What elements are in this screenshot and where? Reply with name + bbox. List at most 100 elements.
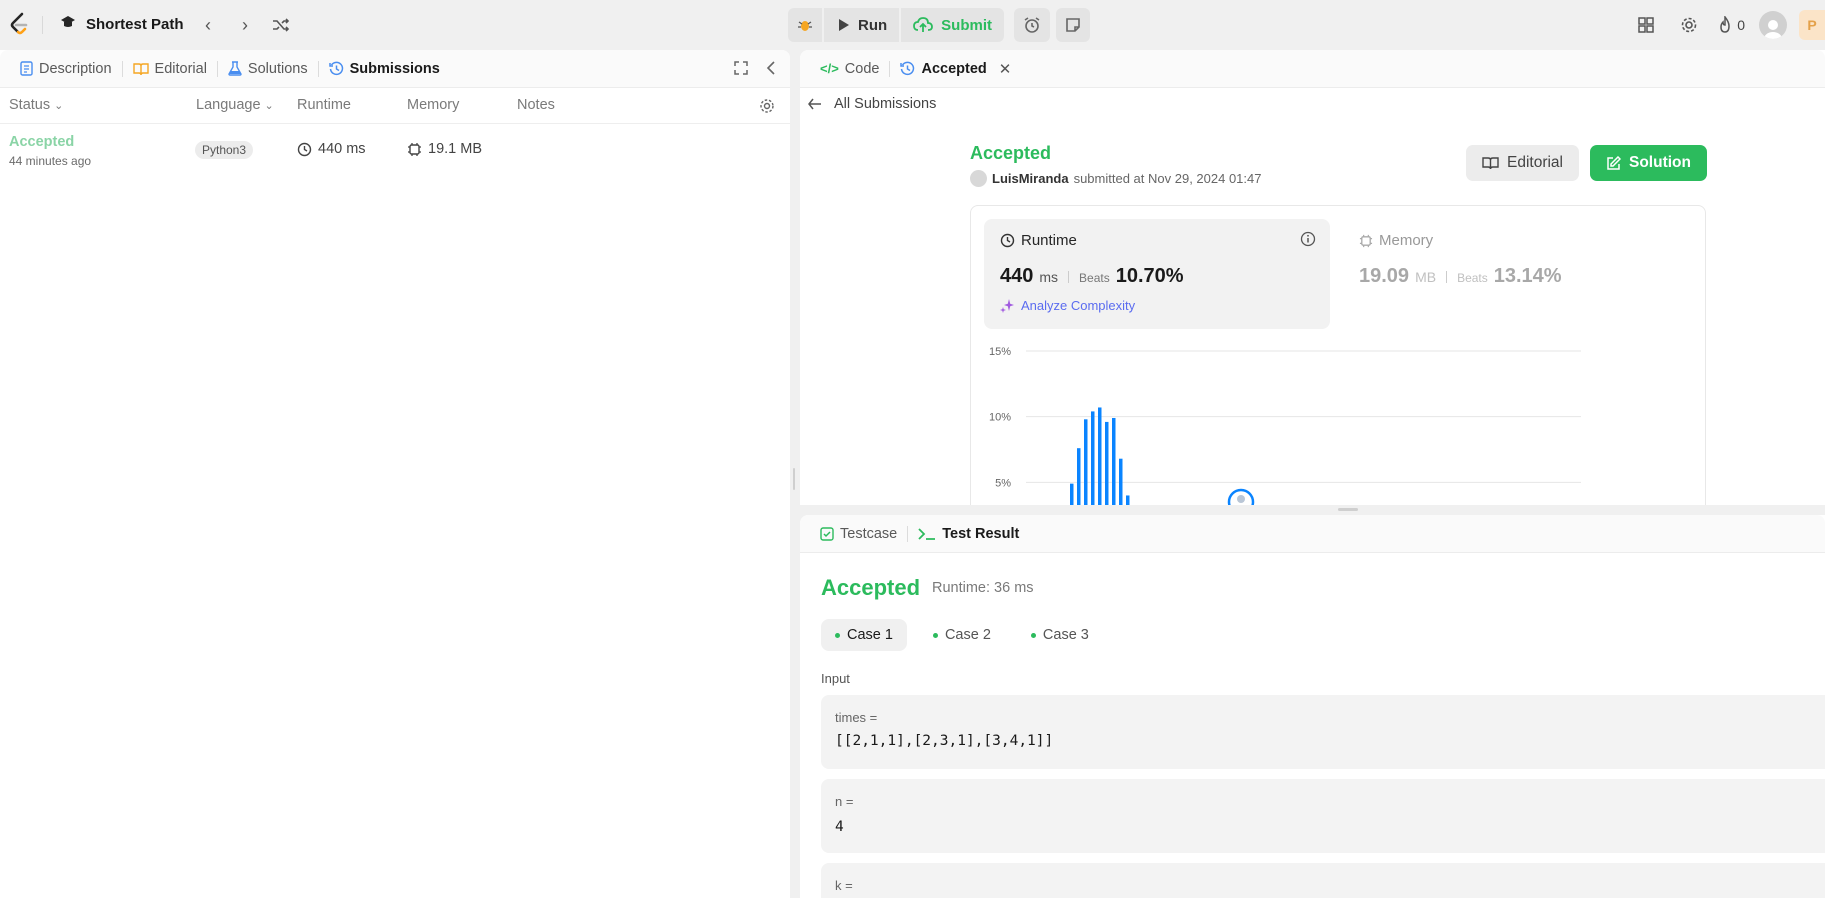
status-column-header[interactable]: Status ⌄ <box>9 97 63 113</box>
marker-avatar-head <box>1237 495 1245 503</box>
tab-description[interactable]: Description <box>10 61 122 77</box>
tab-submissions[interactable]: Submissions <box>319 61 450 77</box>
premium-button[interactable]: P <box>1799 10 1825 40</box>
editorial-label: Editorial <box>1507 154 1563 171</box>
distribution-bar[interactable] <box>1098 407 1102 505</box>
solution-label: Solution <box>1629 154 1691 171</box>
tab-testcase[interactable]: Testcase <box>810 526 907 542</box>
runtime-distribution-chart[interactable]: 15% 10% 5% <box>971 336 1707 505</box>
submission-status[interactable]: Accepted <box>9 134 74 150</box>
passed-dot <box>1030 632 1036 638</box>
tab-code[interactable]: </> Code <box>810 61 889 77</box>
submission-time: 44 minutes ago <box>9 154 92 168</box>
info-icon[interactable] <box>1300 231 1316 250</box>
variable-name: times = <box>835 710 878 725</box>
runtime-stat-card[interactable]: Runtime 440 ms Beats 10.70% Analyze Comp… <box>984 219 1330 329</box>
vertical-resize-handle[interactable] <box>793 468 795 490</box>
distribution-bar[interactable] <box>1112 417 1116 505</box>
terminal-icon <box>918 527 936 540</box>
clock-icon <box>297 142 312 156</box>
play-icon <box>839 19 849 31</box>
all-submissions-label: All Submissions <box>834 96 937 112</box>
layout-grid-icon <box>1638 17 1654 33</box>
tab-label: Code <box>844 60 880 77</box>
runtime-column-header: Runtime <box>297 97 351 113</box>
input-variable-k[interactable]: k = <box>821 863 1825 898</box>
your-submission-marker[interactable] <box>1227 488 1255 505</box>
tab-label: Testcase <box>840 525 898 542</box>
run-button[interactable]: Run <box>824 8 900 42</box>
distribution-bar[interactable] <box>1091 411 1095 505</box>
layout-button[interactable] <box>1631 10 1661 40</box>
tab-test-result[interactable]: Test Result <box>908 526 1029 542</box>
timer-button[interactable] <box>1014 8 1051 42</box>
distribution-bar[interactable] <box>1070 483 1074 505</box>
submitted-by-line: LuisMiranda submitted at Nov 29, 2024 01… <box>970 170 1261 187</box>
tab-label: Submissions <box>349 60 440 77</box>
chevron-down-icon: ⌄ <box>54 99 64 112</box>
submit-button[interactable]: Submit <box>901 8 1005 42</box>
tab-editorial[interactable]: Editorial <box>123 61 217 77</box>
submitted-at-text: submitted at Nov 29, 2024 01:47 <box>1073 171 1262 186</box>
prev-problem-button[interactable]: ‹ <box>195 12 221 38</box>
next-problem-button[interactable]: › <box>232 12 258 38</box>
premium-label: P <box>1807 17 1817 33</box>
distribution-bar[interactable] <box>1077 448 1081 505</box>
tab-solutions[interactable]: Solutions <box>218 61 318 77</box>
notes-button[interactable] <box>1056 8 1091 42</box>
test-runtime: Runtime: 36 ms <box>932 580 1034 596</box>
notes-column-header: Notes <box>517 97 555 113</box>
debug-button[interactable] <box>788 8 822 42</box>
distribution-bar[interactable] <box>1126 495 1130 505</box>
distribution-bar[interactable] <box>1119 458 1123 505</box>
problem-list-link[interactable]: Shortest Path <box>60 14 184 34</box>
topbar-divider <box>42 16 43 34</box>
username[interactable]: LuisMiranda <box>992 171 1069 186</box>
run-label: Run <box>858 16 888 34</box>
analyze-complexity-link[interactable]: Analyze Complexity <box>1000 298 1135 313</box>
table-settings-button[interactable] <box>759 98 775 114</box>
editorial-button[interactable]: Editorial <box>1466 145 1579 181</box>
settings-button[interactable] <box>1674 10 1704 40</box>
table-row[interactable]: Accepted 44 minutes ago Python3 440 ms 1… <box>0 124 790 180</box>
topbar-right-tools: 0 P <box>1618 10 1825 40</box>
case-tab-2[interactable]: Case 2 <box>919 619 1005 651</box>
avatar[interactable] <box>970 170 987 187</box>
memory-stat-card[interactable]: Memory 19.09 MB Beats 13.14% <box>1345 219 1691 329</box>
close-tab-icon[interactable]: ✕ <box>999 60 1012 78</box>
solution-button[interactable]: Solution <box>1590 145 1707 181</box>
left-panel-tabs: Description Editorial Solutions Submissi… <box>0 50 790 88</box>
distribution-bar[interactable] <box>1105 421 1109 505</box>
runtime-label: Runtime <box>1021 232 1077 249</box>
top-bar: Shortest Path ‹ › Run Submit 0 P <box>0 0 1825 50</box>
collapse-panel-button[interactable] <box>766 61 776 78</box>
checkbox-icon <box>820 526 834 541</box>
left-panel: Description Editorial Solutions Submissi… <box>0 50 790 898</box>
streak-counter[interactable]: 0 <box>1717 10 1745 40</box>
input-variable-n[interactable]: n = 4 <box>821 779 1825 853</box>
problem-title: Shortest Path <box>86 15 184 33</box>
leetcode-logo-icon[interactable] <box>8 12 30 36</box>
horizontal-resize-handle[interactable] <box>1338 508 1358 511</box>
tab-accepted[interactable]: Accepted ✕ <box>890 60 1021 78</box>
case-tab-3[interactable]: Case 3 <box>1017 619 1103 651</box>
analyze-complexity-label: Analyze Complexity <box>1021 298 1136 313</box>
passed-dot <box>932 632 938 638</box>
user-avatar[interactable] <box>1759 11 1787 39</box>
alarm-clock-icon <box>1024 17 1040 33</box>
y-tick-label: 5% <box>995 477 1011 489</box>
all-submissions-link[interactable]: All Submissions <box>808 96 936 112</box>
y-tick-label: 10% <box>989 412 1011 424</box>
language-column-header[interactable]: Language ⌄ <box>196 97 274 113</box>
arrow-left-icon <box>808 98 821 110</box>
note-icon <box>1066 18 1080 32</box>
case-tab-1[interactable]: Case 1 <box>821 619 907 651</box>
maximize-button[interactable] <box>734 61 748 78</box>
divider <box>1446 270 1448 283</box>
passed-dot <box>835 632 840 638</box>
random-problem-button[interactable] <box>268 12 294 38</box>
distribution-bar[interactable] <box>1084 419 1088 505</box>
fire-icon <box>1720 16 1730 33</box>
input-variable-times[interactable]: times = [[2,1,1],[2,3,1],[3,4,1]] <box>821 695 1825 769</box>
case-label: Case 2 <box>944 627 991 643</box>
